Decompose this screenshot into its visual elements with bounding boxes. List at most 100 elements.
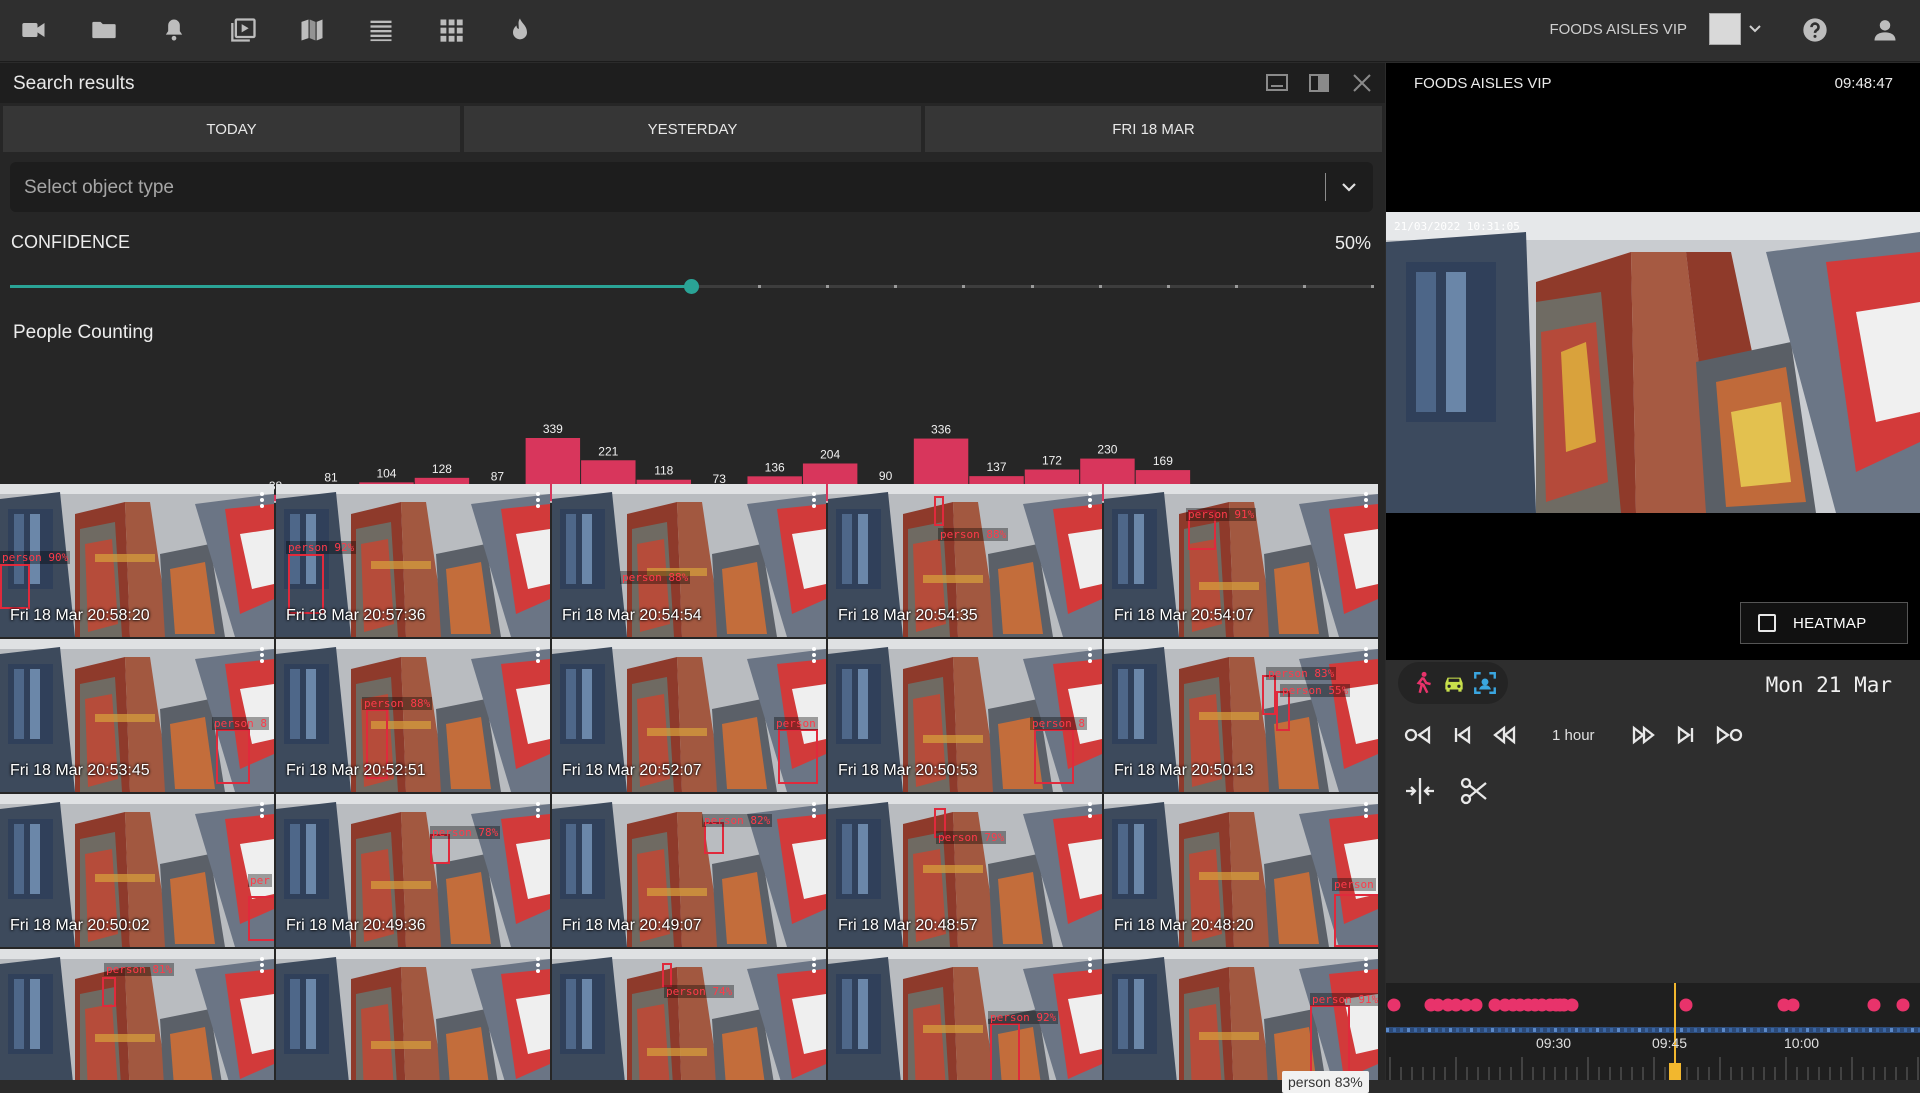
detection-box[interactable] bbox=[1034, 729, 1074, 784]
result-thumbnail[interactable]: personFri 18 Mar 20:48:20 bbox=[1104, 794, 1378, 947]
result-thumbnail[interactable]: person 88%Fri 18 Mar 20:54:35 bbox=[828, 484, 1102, 637]
more-options-icon[interactable] bbox=[1088, 647, 1092, 663]
slider-thumb[interactable] bbox=[684, 279, 699, 294]
camera-icon[interactable] bbox=[16, 12, 52, 48]
playback-date[interactable]: Mon 21 Mar bbox=[1766, 673, 1892, 697]
skip-to-live-icon[interactable] bbox=[1711, 718, 1745, 752]
scissors-icon[interactable] bbox=[1456, 773, 1492, 809]
more-options-icon[interactable] bbox=[812, 957, 816, 973]
result-thumbnail[interactable]: perFri 18 Mar 20:50:02 bbox=[0, 794, 274, 947]
site-name[interactable]: FOODS AISLES VIP bbox=[1549, 21, 1687, 38]
site-thumbnail[interactable] bbox=[1709, 13, 1741, 45]
result-thumbnail[interactable]: person 78%Fri 18 Mar 20:49:36 bbox=[276, 794, 550, 947]
more-options-icon[interactable] bbox=[1088, 957, 1092, 973]
result-thumbnail[interactable]: person 92%Fri 18 Mar 20:57:36 bbox=[276, 484, 550, 637]
event-marker[interactable] bbox=[1388, 999, 1401, 1012]
chevron-down-icon[interactable] bbox=[1339, 177, 1359, 197]
more-options-icon[interactable] bbox=[260, 802, 264, 818]
more-options-icon[interactable] bbox=[812, 492, 816, 508]
event-marker[interactable] bbox=[1868, 999, 1881, 1012]
more-options-icon[interactable] bbox=[1364, 802, 1368, 818]
event-marker[interactable] bbox=[1470, 999, 1483, 1012]
camera-frame[interactable]: 21/03/2022 10:31:05 bbox=[1386, 212, 1920, 513]
list-icon[interactable] bbox=[363, 12, 399, 48]
result-thumbnail[interactable]: person 90%Fri 18 Mar 20:58:20 bbox=[0, 484, 274, 637]
detection-box[interactable] bbox=[288, 554, 324, 614]
result-thumbnail[interactable]: person 81% bbox=[0, 949, 274, 1080]
event-marker[interactable] bbox=[1680, 999, 1693, 1012]
split-icon[interactable] bbox=[1402, 773, 1438, 809]
tab-today[interactable]: TODAY bbox=[3, 106, 460, 152]
detection-box[interactable] bbox=[1276, 691, 1290, 731]
event-marker[interactable] bbox=[1787, 999, 1800, 1012]
result-thumbnail[interactable]: person 88%Fri 18 Mar 20:54:54 bbox=[552, 484, 826, 637]
timeline-track[interactable] bbox=[1386, 983, 1920, 1080]
more-options-icon[interactable] bbox=[1088, 492, 1092, 508]
more-options-icon[interactable] bbox=[1364, 492, 1368, 508]
skip-to-start-icon[interactable] bbox=[1402, 718, 1436, 752]
result-thumbnail[interactable]: person 8Fri 18 Mar 20:53:45 bbox=[0, 639, 274, 792]
detection-box[interactable] bbox=[248, 896, 274, 941]
event-marker[interactable] bbox=[1897, 999, 1910, 1012]
result-thumbnail[interactable]: person 74% bbox=[552, 949, 826, 1080]
folder-icon[interactable] bbox=[86, 12, 122, 48]
minimize-icon[interactable] bbox=[1265, 72, 1289, 94]
flame-icon[interactable] bbox=[502, 12, 538, 48]
result-thumbnail[interactable]: person 83%person 55%Fri 18 Mar 20:50:13 bbox=[1104, 639, 1378, 792]
detection-box[interactable] bbox=[778, 729, 818, 784]
next-event-icon[interactable] bbox=[1669, 718, 1703, 752]
result-thumbnail[interactable]: person 91%Fri 18 Mar 20:54:07 bbox=[1104, 484, 1378, 637]
chevron-down-icon[interactable] bbox=[1745, 17, 1765, 41]
car-icon[interactable] bbox=[1441, 670, 1467, 696]
map-icon[interactable] bbox=[294, 12, 330, 48]
confidence-slider[interactable] bbox=[10, 277, 1372, 297]
rewind-icon[interactable] bbox=[1487, 718, 1521, 752]
close-icon[interactable] bbox=[1350, 72, 1374, 94]
fast-forward-icon[interactable] bbox=[1627, 718, 1661, 752]
more-options-icon[interactable] bbox=[1088, 802, 1092, 818]
detection-box[interactable] bbox=[216, 729, 250, 784]
help-icon[interactable] bbox=[1797, 12, 1833, 48]
detection-box[interactable] bbox=[1334, 894, 1378, 947]
playback-icon[interactable] bbox=[226, 12, 262, 48]
result-thumbnail[interactable]: person 91% bbox=[1104, 949, 1378, 1080]
playhead-handle[interactable] bbox=[1669, 1063, 1681, 1080]
person-icon[interactable] bbox=[1410, 670, 1436, 696]
tab-fri-18-mar[interactable]: FRI 18 MAR bbox=[925, 106, 1382, 152]
more-options-icon[interactable] bbox=[536, 647, 540, 663]
result-thumbnail[interactable]: person 92% bbox=[828, 949, 1102, 1080]
more-options-icon[interactable] bbox=[536, 802, 540, 818]
detection-box[interactable] bbox=[102, 977, 116, 1007]
more-options-icon[interactable] bbox=[812, 802, 816, 818]
previous-event-icon[interactable] bbox=[1445, 718, 1479, 752]
result-thumbnail[interactable]: person 8Fri 18 Mar 20:50:53 bbox=[828, 639, 1102, 792]
result-thumbnail[interactable]: person 82%Fri 18 Mar 20:49:07 bbox=[552, 794, 826, 947]
bell-icon[interactable] bbox=[156, 12, 192, 48]
more-options-icon[interactable] bbox=[812, 647, 816, 663]
result-thumbnail[interactable]: person 79%Fri 18 Mar 20:48:57 bbox=[828, 794, 1102, 947]
detection-box[interactable] bbox=[934, 496, 944, 526]
user-icon[interactable] bbox=[1867, 12, 1903, 48]
detection-box[interactable] bbox=[662, 963, 672, 987]
detection-box[interactable] bbox=[990, 1023, 1020, 1080]
grid-icon[interactable] bbox=[433, 12, 469, 48]
event-marker[interactable] bbox=[1566, 999, 1579, 1012]
result-thumbnail[interactable]: personFri 18 Mar 20:52:07 bbox=[552, 639, 826, 792]
more-options-icon[interactable] bbox=[1364, 957, 1368, 973]
more-options-icon[interactable] bbox=[260, 647, 264, 663]
object-type-select[interactable]: Select object type bbox=[10, 162, 1373, 212]
face-scan-icon[interactable] bbox=[1472, 670, 1498, 696]
tab-yesterday[interactable]: YESTERDAY bbox=[464, 106, 921, 152]
time-span-label[interactable]: 1 hour bbox=[1552, 727, 1595, 744]
more-options-icon[interactable] bbox=[1364, 647, 1368, 663]
result-thumbnail[interactable] bbox=[276, 949, 550, 1080]
camera-view[interactable]: FOODS AISLES VIP 09:48:47 bbox=[1386, 63, 1920, 660]
maximize-icon[interactable] bbox=[1307, 72, 1331, 94]
more-options-icon[interactable] bbox=[260, 492, 264, 508]
detection-box[interactable] bbox=[1262, 675, 1276, 715]
detection-box[interactable] bbox=[1310, 1005, 1350, 1080]
more-options-icon[interactable] bbox=[536, 492, 540, 508]
heatmap-checkbox[interactable] bbox=[1758, 614, 1776, 632]
detection-box[interactable] bbox=[0, 564, 30, 609]
playback-timeline[interactable]: 09:30 09:45 10:00 bbox=[1386, 983, 1920, 1080]
